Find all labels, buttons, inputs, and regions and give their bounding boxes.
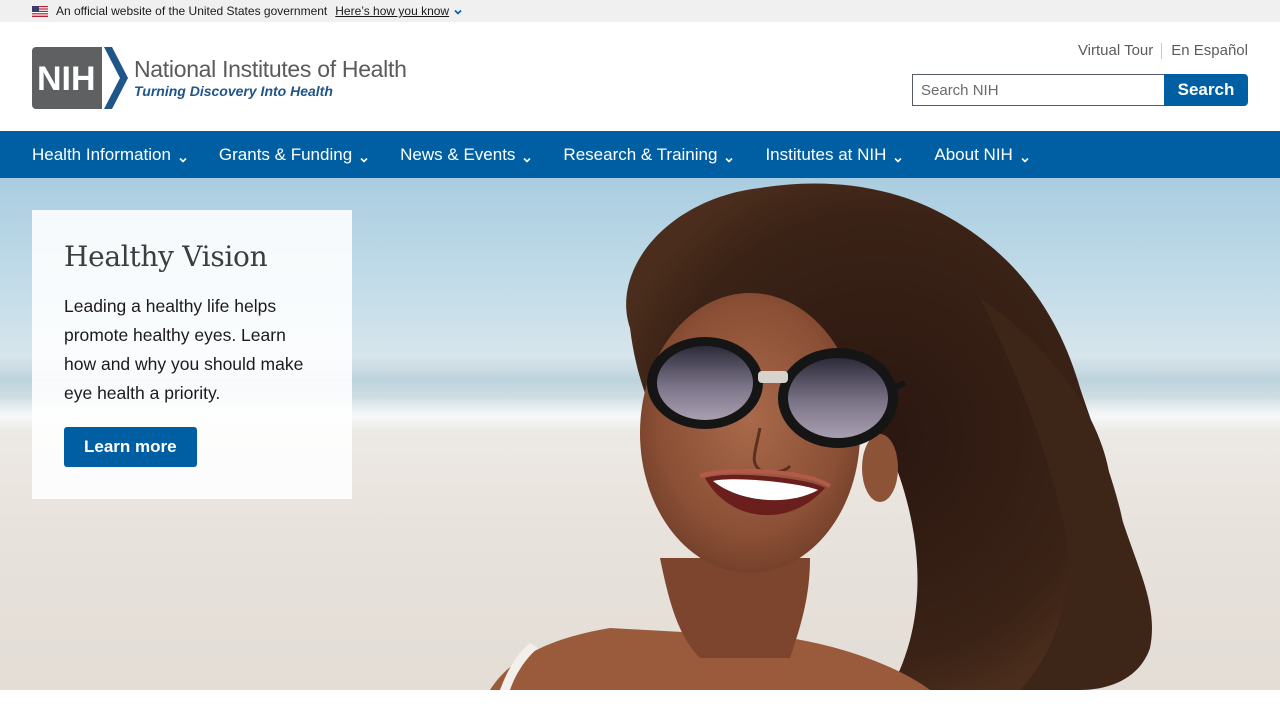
nav-item-about-nih[interactable]: About NIH xyxy=(934,145,1029,165)
promo-body: Leading a healthy life helps promote hea… xyxy=(64,296,304,403)
nih-mark-text: NIH xyxy=(37,60,96,98)
hero-banner: Healthy Vision Leading a healthy life he… xyxy=(0,178,1280,690)
gov-banner: An official website of the United States… xyxy=(0,0,1280,22)
chevron-down-icon xyxy=(1020,150,1030,163)
main-nav: Health Information Grants & Funding News… xyxy=(0,131,1280,178)
nav-item-label: Grants & Funding xyxy=(218,144,353,164)
promo-title: Healthy Vision xyxy=(64,240,268,273)
logo-title: National Institutes of Health xyxy=(134,56,407,82)
nav-item-research-training[interactable]: Research & Training xyxy=(563,145,734,165)
nav-item-label: Institutes at NIH xyxy=(765,144,887,164)
search-input[interactable] xyxy=(912,74,1164,106)
chevron-down-icon xyxy=(724,150,734,163)
chevron-down-icon xyxy=(522,150,532,163)
chevron-down-icon xyxy=(453,6,463,16)
site-header: NIH National Institutes of Health Turnin… xyxy=(0,22,1280,131)
nav-item-health-information[interactable]: Health Information xyxy=(32,145,188,165)
utility-divider xyxy=(1161,42,1163,59)
page-bottom-strip xyxy=(0,690,1280,720)
learn-more-button[interactable]: Learn more xyxy=(64,427,197,467)
nav-item-grants-funding[interactable]: Grants & Funding xyxy=(219,145,369,165)
hero-image-woman-sunglasses xyxy=(490,183,1152,690)
nav-item-label: Health Information xyxy=(32,144,171,164)
virtual-tour-link[interactable]: Virtual Tour xyxy=(1078,42,1153,59)
gov-banner-text: An official website of the United States… xyxy=(56,4,328,18)
us-flag-icon xyxy=(32,5,48,17)
chevron-down-icon xyxy=(178,150,188,163)
nih-logo[interactable]: NIH National Institutes of Health Turnin… xyxy=(32,46,432,110)
nih-logo-mark: NIH xyxy=(32,47,128,109)
en-espanol-link[interactable]: En Español xyxy=(1171,42,1248,59)
nav-item-institutes[interactable]: Institutes at NIH xyxy=(765,145,903,165)
how-you-know-link[interactable]: Here’s how you know xyxy=(335,4,463,18)
search-button[interactable]: Search xyxy=(1164,74,1248,106)
nav-item-label: Research & Training xyxy=(563,144,718,164)
utility-links: Virtual Tour En Español xyxy=(1078,42,1248,59)
search-form: Search xyxy=(912,74,1248,106)
nav-item-label: About NIH xyxy=(934,144,1013,164)
nav-item-label: News & Events xyxy=(400,144,516,164)
chevron-down-icon xyxy=(893,150,903,163)
how-you-know-label: Here’s how you know xyxy=(335,4,450,18)
nav-item-news-events[interactable]: News & Events xyxy=(400,145,532,165)
chevron-down-icon xyxy=(359,150,369,163)
logo-tagline: Turning Discovery Into Health xyxy=(134,83,333,99)
promo-card: Healthy Vision Leading a healthy life he… xyxy=(32,210,352,499)
